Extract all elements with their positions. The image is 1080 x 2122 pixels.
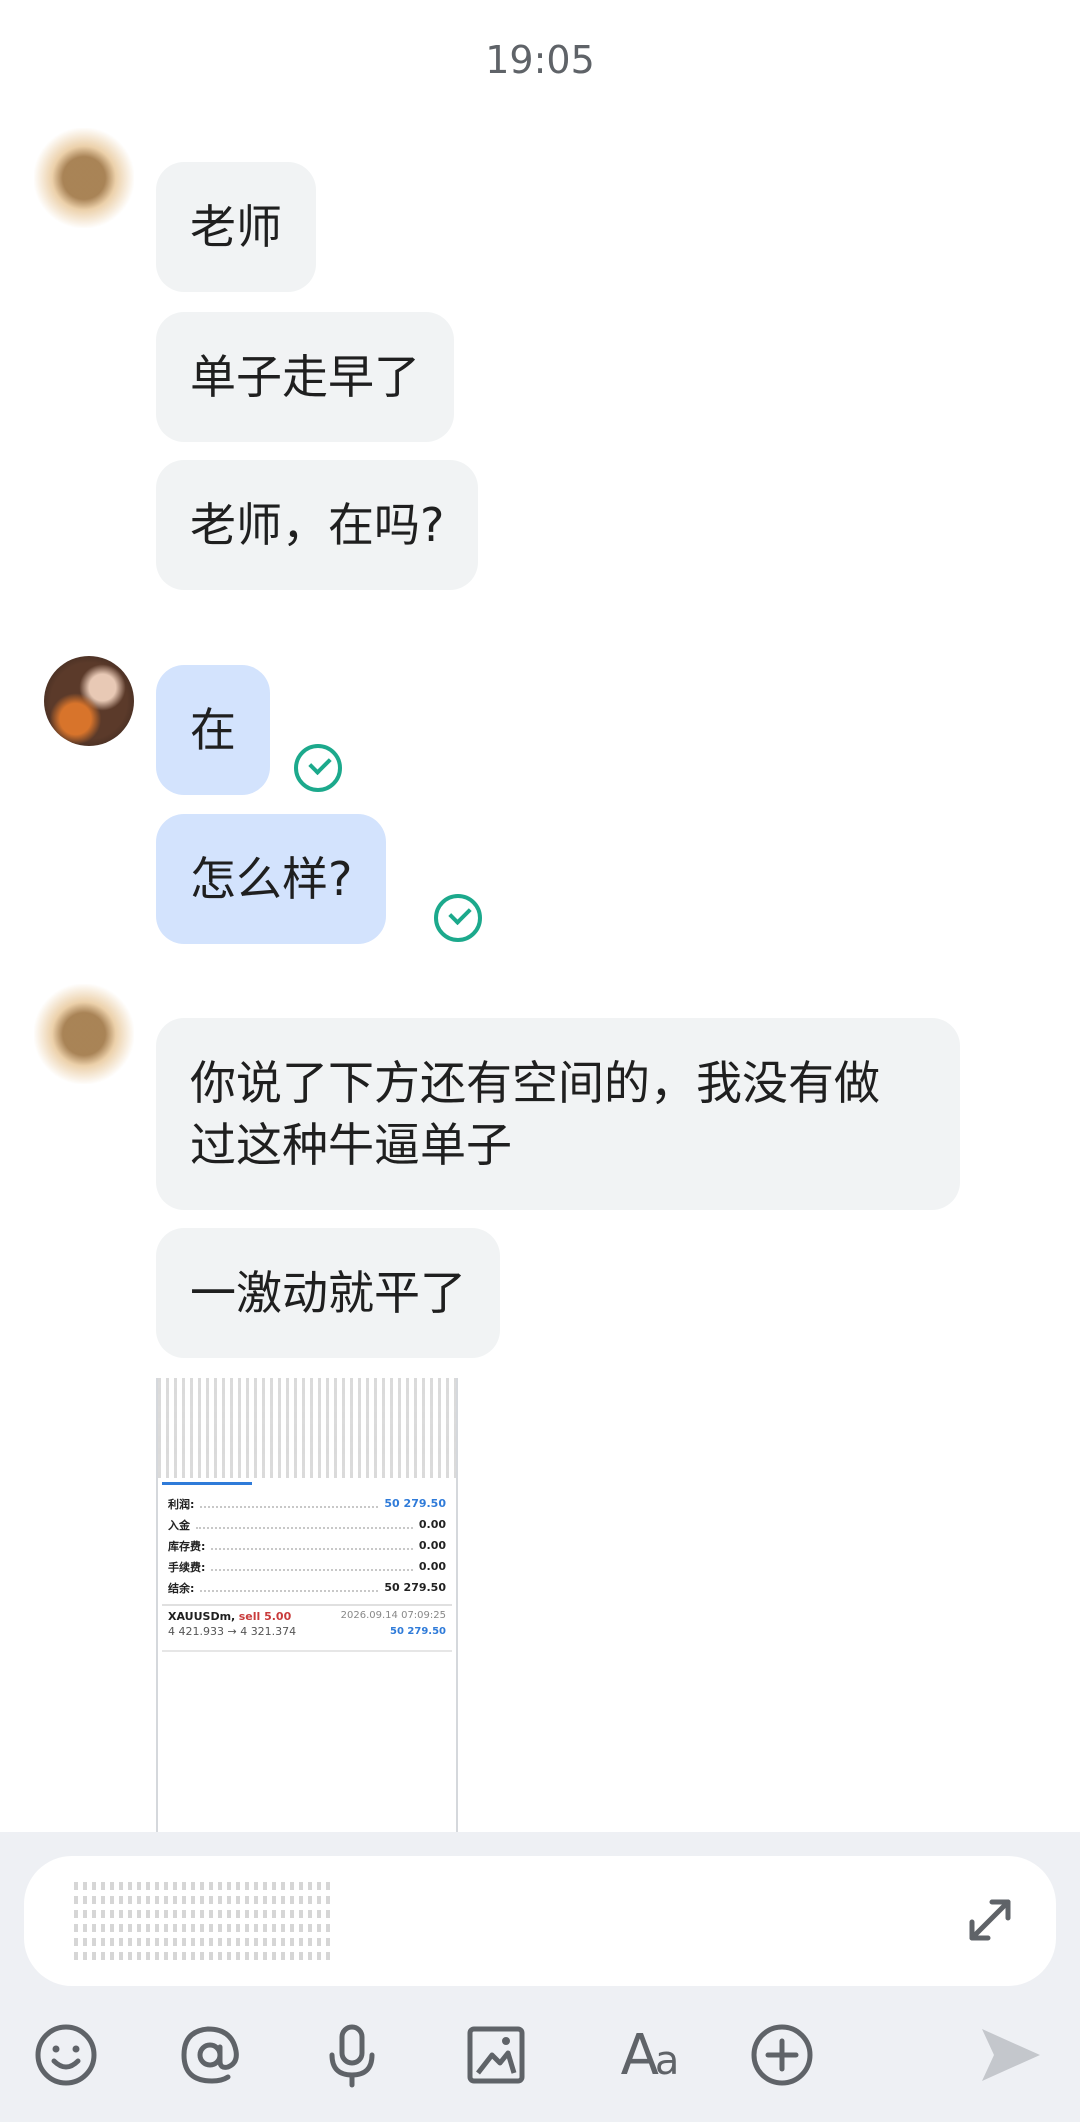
text-format-button[interactable]: Aa [600, 2010, 696, 2100]
message-text: 一激动就平了 [190, 1266, 466, 1320]
message-text: 老师 [190, 200, 282, 254]
dotted-leader [211, 1547, 413, 1550]
summary-value: 50 279.50 [384, 1581, 446, 1594]
summary-row: 利润: 50 279.50 [158, 1493, 456, 1514]
message-text: 你说了下方还有空间的，我没有做 过这种牛逼单子 [190, 1056, 880, 1172]
contact-avatar[interactable] [34, 128, 134, 228]
summary-value: 50 279.50 [384, 1497, 446, 1510]
message-text: 单子走早了 [190, 350, 420, 404]
my-avatar[interactable] [44, 656, 134, 746]
dotted-leader [196, 1526, 413, 1529]
trade-side: sell 5.00 [238, 1610, 292, 1623]
emoji-icon [35, 2024, 97, 2086]
message-input[interactable] [24, 1856, 1056, 1986]
trade-profit: 50 279.50 [390, 1626, 446, 1637]
send-button[interactable] [970, 2010, 1050, 2100]
message-bubble[interactable]: 你说了下方还有空间的，我没有做 过这种牛逼单子 [156, 1018, 960, 1210]
summary-row: 入金 0.00 [158, 1514, 456, 1535]
trade-symbol: XAUUSDm, [168, 1610, 236, 1623]
font-label-small: a [654, 2037, 679, 2084]
summary-value: 0.00 [418, 1518, 446, 1531]
message-bubble[interactable]: 怎么样? [156, 814, 387, 944]
trade-datetime: 2026.09.14 07:09:25 [340, 1610, 446, 1621]
plus-circle-icon [751, 2024, 813, 2086]
read-check-icon [434, 894, 482, 942]
message-bubble[interactable]: 老师，在吗? [156, 460, 479, 590]
microphone-icon [329, 2024, 375, 2088]
font-label-big: A [620, 2022, 659, 2088]
summary-row: 手续费: 0.00 [158, 1556, 456, 1577]
read-check-icon [294, 744, 342, 792]
dotted-leader [200, 1505, 379, 1508]
summary-row: 结余: 50 279.50 [158, 1577, 456, 1598]
image-message[interactable]: 利润: 50 279.50 入金 0.00 库存费: 0.00 手续费: 0.0… [156, 1378, 458, 1834]
summary-label: 利润: [168, 1497, 195, 1511]
message-text: 在 [190, 703, 236, 757]
more-button[interactable] [742, 2010, 822, 2100]
send-icon [982, 2029, 1040, 2081]
draft-text-redacted [74, 1876, 334, 1966]
voice-button[interactable] [312, 2010, 392, 2100]
message-bubble[interactable]: 单子走早了 [156, 312, 454, 442]
timestamp: 19:05 [485, 38, 595, 82]
message-bubble[interactable]: 在 [156, 665, 270, 795]
dotted-leader [200, 1589, 379, 1592]
summary-row: 库存费: 0.00 [158, 1535, 456, 1556]
emoji-button[interactable] [26, 2010, 106, 2100]
font-icon: Aa [620, 2022, 680, 2088]
blurred-header [158, 1378, 456, 1478]
at-icon [181, 2026, 239, 2084]
divider [162, 1650, 452, 1652]
message-bubble[interactable]: 老师 [156, 162, 316, 292]
summary-label: 库存费: [168, 1539, 206, 1553]
mention-button[interactable] [170, 2010, 250, 2100]
image-icon [467, 2026, 525, 2084]
message-text: 怎么样? [190, 852, 353, 906]
composer-toolbar: Aa [0, 2010, 1080, 2100]
summary-label: 手续费: [168, 1560, 206, 1574]
summary-label: 入金 [168, 1518, 190, 1532]
summary-value: 0.00 [418, 1560, 446, 1573]
message-bubble[interactable]: 一激动就平了 [156, 1228, 500, 1358]
dotted-leader [211, 1568, 413, 1571]
contact-avatar[interactable] [34, 984, 134, 1084]
summary-value: 0.00 [418, 1539, 446, 1552]
message-text: 老师，在吗? [190, 498, 445, 552]
expand-icon[interactable] [962, 1892, 1018, 1948]
trade-row: XAUUSDm, sell 5.00 2026.09.14 07:09:25 4… [158, 1606, 456, 1650]
summary-label: 结余: [168, 1581, 195, 1595]
image-button[interactable] [456, 2010, 536, 2100]
